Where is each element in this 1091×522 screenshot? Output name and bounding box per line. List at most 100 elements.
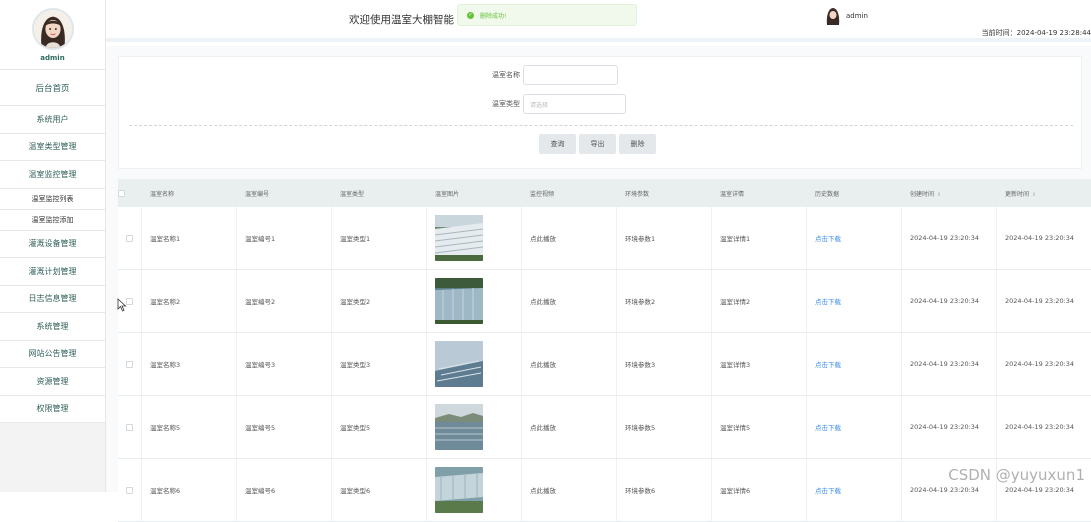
sidebar-subitem-monitor-add[interactable]: 温室监控添加 <box>0 210 105 231</box>
col-header-image: 温室图片 <box>427 189 522 198</box>
name-field-row: 温室名称 <box>484 65 618 85</box>
cell-video[interactable]: 点此播放 <box>522 207 617 269</box>
col-header-detail: 温室详情 <box>712 189 807 198</box>
greenhouse-thumbnail[interactable] <box>435 404 483 450</box>
sidebar-item-greenhouse-monitor[interactable]: 温室监控管理 <box>0 161 105 189</box>
sidebar-menu: 后台首页 系统用户 温室类型管理 温室监控管理 温室监控列表 温室监控添加 灌溉… <box>0 70 105 423</box>
cell-updated: 2024-04-19 23:20:34 <box>997 333 1085 395</box>
select-all-cell <box>118 190 142 197</box>
table-row: 温室名称6 温室编号6 温室类型6 点此播放 环境参数6 温室详情6 点击下载 … <box>118 459 1091 522</box>
cell-image <box>427 207 522 269</box>
sidebar-item-resource[interactable]: 资源管理 <box>0 368 105 396</box>
mouse-cursor-icon <box>117 298 127 312</box>
greenhouse-table: 温室名称 温室编号 温室类型 温室图片 监控视频 环境参数 温室详情 历史数据 … <box>118 179 1091 522</box>
row-checkbox[interactable] <box>126 487 133 494</box>
header: 欢迎使用温室大棚智能 ✓ 删除成功! admin 当前时间：2024-04-19… <box>106 0 1091 42</box>
cell-history-download-link[interactable]: 点击下载 <box>807 207 902 269</box>
cell-detail: 温室详情1 <box>712 207 807 269</box>
header-user-name: admin <box>846 12 868 20</box>
cell-history-download-link[interactable]: 点击下载 <box>807 270 902 332</box>
toast-message: 删除成功! <box>480 11 506 20</box>
greenhouse-thumbnail[interactable] <box>435 341 483 387</box>
greenhouse-thumbnail[interactable] <box>435 467 483 513</box>
sidebar-item-log[interactable]: 日志信息管理 <box>0 286 105 314</box>
row-checkbox-cell <box>118 396 142 458</box>
sidebar-item-system[interactable]: 系统管理 <box>0 313 105 341</box>
export-button[interactable]: 导出 <box>579 134 616 154</box>
cell-name: 温室名称2 <box>142 270 237 332</box>
cell-history-download-link[interactable]: 点击下载 <box>807 459 902 521</box>
sidebar-item-greenhouse-type[interactable]: 温室类型管理 <box>0 134 105 162</box>
search-divider <box>129 125 1073 126</box>
sidebar-item-irrigation-device[interactable]: 灌溉设备管理 <box>0 231 105 259</box>
col-header-history: 历史数据 <box>807 189 902 198</box>
row-checkbox[interactable] <box>126 298 133 305</box>
col-header-updated[interactable]: 更新时间⇕ <box>997 189 1085 198</box>
sort-icon[interactable]: ⇕ <box>1032 192 1036 198</box>
cell-video[interactable]: 点此播放 <box>522 333 617 395</box>
sidebar-item-permission[interactable]: 权限管理 <box>0 396 105 424</box>
name-input[interactable] <box>523 65 618 85</box>
query-button[interactable]: 查询 <box>539 134 576 154</box>
row-checkbox-cell <box>118 459 142 521</box>
cell-name: 温室名称5 <box>142 396 237 458</box>
cell-env: 环境参数2 <box>617 270 712 332</box>
cell-code: 温室编号5 <box>237 396 332 458</box>
sidebar: admin 后台首页 系统用户 温室类型管理 温室监控管理 温室监控列表 温室监… <box>0 0 106 492</box>
sort-icon[interactable]: ⇕ <box>937 192 941 198</box>
sidebar-item-system-users[interactable]: 系统用户 <box>0 106 105 134</box>
greenhouse-thumbnail[interactable] <box>435 278 483 324</box>
cell-code: 温室编号3 <box>237 333 332 395</box>
table-row: 温室名称2 温室编号2 温室类型2 点此播放 环境参数2 温室详情2 点击下载 … <box>118 270 1091 333</box>
sidebar-item-announcement[interactable]: 网站公告管理 <box>0 341 105 369</box>
avatar[interactable] <box>32 8 74 50</box>
row-checkbox[interactable] <box>126 361 133 368</box>
cell-updated: 2024-04-19 23:20:34 <box>997 270 1085 332</box>
cell-video[interactable]: 点此播放 <box>522 396 617 458</box>
cell-detail: 温室详情3 <box>712 333 807 395</box>
cell-env: 环境参数6 <box>617 459 712 521</box>
col-header-name: 温室名称 <box>142 189 237 198</box>
sidebar-subitem-monitor-list[interactable]: 温室监控列表 <box>0 189 105 210</box>
cell-history-download-link[interactable]: 点击下载 <box>807 396 902 458</box>
col-header-created-label: 创建时间 <box>910 191 934 198</box>
user-avatar-icon <box>826 7 840 25</box>
cell-created: 2024-04-19 23:20:34 <box>902 333 997 395</box>
table-row: 温室名称1 温室编号1 温室类型1 点此播放 环境参数1 温室详情1 点击下载 … <box>118 207 1091 270</box>
row-checkbox-cell <box>118 207 142 269</box>
cell-video[interactable]: 点此播放 <box>522 459 617 521</box>
cell-created: 2024-04-19 23:20:34 <box>902 270 997 332</box>
cell-image <box>427 333 522 395</box>
cell-env: 环境参数3 <box>617 333 712 395</box>
check-circle-icon: ✓ <box>467 12 474 19</box>
sidebar-item-home[interactable]: 后台首页 <box>0 70 105 106</box>
row-checkbox[interactable] <box>126 235 133 242</box>
name-field-label: 温室名称 <box>484 70 520 80</box>
search-button-row: 查询 导出 删除 <box>539 134 656 154</box>
cell-code: 温室编号2 <box>237 270 332 332</box>
delete-button[interactable]: 删除 <box>619 134 656 154</box>
cell-history-download-link[interactable]: 点击下载 <box>807 333 902 395</box>
search-panel: 温室名称 温室类型 请选择 查询 导出 删除 <box>118 56 1082 169</box>
cell-type: 温室类型2 <box>332 270 427 332</box>
sidebar-item-irrigation-plan[interactable]: 灌溉计划管理 <box>0 258 105 286</box>
cell-created: 2024-04-19 23:20:34 <box>902 396 997 458</box>
sidebar-profile: admin <box>0 0 105 70</box>
col-header-created[interactable]: 创建时间⇕ <box>902 189 997 198</box>
greenhouse-thumbnail[interactable] <box>435 215 483 261</box>
header-user[interactable]: admin <box>826 7 868 25</box>
cell-detail: 温室详情5 <box>712 396 807 458</box>
avatar-image <box>34 9 72 49</box>
cell-name: 温室名称1 <box>142 207 237 269</box>
row-checkbox[interactable] <box>126 424 133 431</box>
success-toast: ✓ 删除成功! <box>457 4 637 26</box>
cell-created: 2024-04-19 23:20:34 <box>902 207 997 269</box>
watermark: CSDN @yuyuxun1 <box>948 466 1085 484</box>
cell-type: 温室类型1 <box>332 207 427 269</box>
col-header-type: 温室类型 <box>332 189 427 198</box>
cell-detail: 温室详情2 <box>712 270 807 332</box>
select-all-checkbox[interactable] <box>118 190 125 197</box>
type-select[interactable]: 请选择 <box>523 94 626 114</box>
cell-name: 温室名称6 <box>142 459 237 521</box>
cell-video[interactable]: 点此播放 <box>522 270 617 332</box>
